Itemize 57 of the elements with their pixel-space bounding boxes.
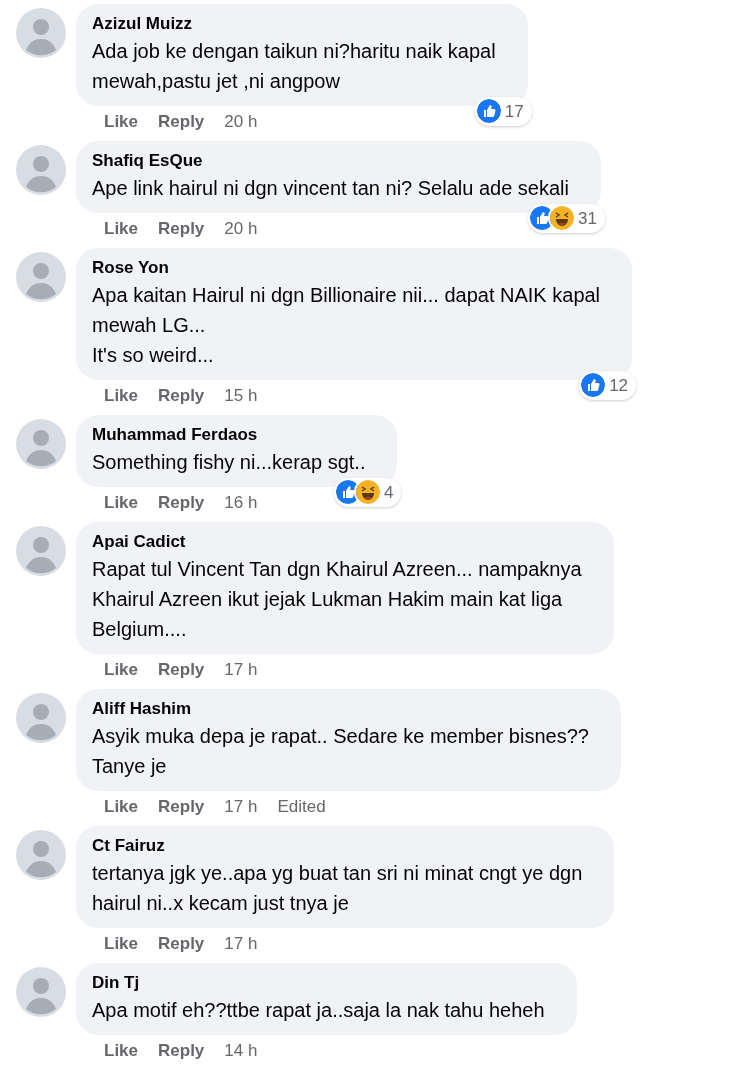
- comment-text: Apa kaitan Hairul ni dgn Billionaire nii... dapat NAIK kapal mewah LG... It's so weird...: [92, 283, 601, 368]
- reaction-count-badge[interactable]: 4: [334, 477, 402, 507]
- reply-link[interactable]: Reply: [158, 490, 205, 516]
- avatar[interactable]: [16, 693, 66, 743]
- comment-time[interactable]: 20 h: [224, 109, 258, 135]
- like-link[interactable]: Like: [104, 794, 139, 820]
- comment-time[interactable]: 17 h: [224, 794, 258, 820]
- commenter-name[interactable]: Azizul Muizz: [92, 12, 496, 36]
- comment-text: Something fishy ni...kerap sgt..: [92, 450, 366, 475]
- like-link[interactable]: Like: [104, 657, 139, 683]
- like-link[interactable]: Like: [104, 216, 139, 242]
- comment-time[interactable]: 16 h: [224, 490, 258, 516]
- reaction-count: 12: [609, 374, 629, 397]
- like-link[interactable]: Like: [104, 109, 139, 135]
- like-link[interactable]: Like: [104, 383, 139, 409]
- commenter-name[interactable]: Shafiq EsQue: [92, 149, 569, 173]
- like-link[interactable]: Like: [104, 931, 139, 957]
- reaction-count: 17: [504, 100, 524, 123]
- avatar[interactable]: [16, 8, 66, 58]
- commenter-name[interactable]: Ct Fairuz: [92, 834, 583, 858]
- comment-time[interactable]: 14 h: [224, 1038, 258, 1064]
- reaction-count: 4: [384, 481, 394, 504]
- like-link[interactable]: Like: [104, 1038, 139, 1064]
- avatar[interactable]: [16, 252, 66, 302]
- reply-link[interactable]: Reply: [158, 794, 205, 820]
- commenter-name[interactable]: Rose Yon: [92, 256, 601, 280]
- comment-text: Rapat tul Vincent Tan dgn Khairul Azreen... nampaknya Khairul Azreen ikut jejak Lukman Hakim main kat liga Belgium....: [92, 557, 582, 642]
- reply-link[interactable]: Reply: [158, 1038, 205, 1064]
- comment-time[interactable]: 15 h: [224, 383, 258, 409]
- edited-label: Edited: [277, 796, 326, 819]
- reply-link[interactable]: Reply: [158, 109, 205, 135]
- reply-link[interactable]: Reply: [158, 216, 205, 242]
- commenter-name[interactable]: Din Tj: [92, 971, 545, 995]
- avatar[interactable]: [16, 145, 66, 195]
- comment-time[interactable]: 17 h: [224, 931, 258, 957]
- avatar[interactable]: [16, 419, 66, 469]
- comment-text: Ape link hairul ni dgn vincent tan ni? Selalu ade sekali: [92, 176, 569, 201]
- reaction-count-badge[interactable]: 12: [579, 370, 637, 400]
- comment-text: Apa motif eh??ttbe rapat ja..saja la nak tahu heheh: [92, 998, 545, 1023]
- reply-link[interactable]: Reply: [158, 657, 205, 683]
- comment-time[interactable]: 20 h: [224, 216, 258, 242]
- reaction-count-badge[interactable]: 31: [528, 203, 605, 233]
- reaction-count: 31: [578, 207, 597, 230]
- commenter-name[interactable]: Aliff Hashim: [92, 697, 589, 721]
- like-link[interactable]: Like: [104, 490, 139, 516]
- avatar[interactable]: [16, 967, 66, 1017]
- avatar[interactable]: [16, 526, 66, 576]
- avatar[interactable]: [16, 830, 66, 880]
- comment-text: Ada job ke dengan taikun ni?haritu naik kapal mewah,pastu jet ,ni angpow: [92, 39, 496, 94]
- reply-link[interactable]: Reply: [158, 383, 205, 409]
- comment-text: tertanya jgk ye..apa yg buat tan sri ni minat cngt ye dgn hairul ni..x kecam just tnya je: [92, 861, 583, 916]
- commenter-name[interactable]: Muhammad Ferdaos: [92, 423, 366, 447]
- reaction-count-badge[interactable]: 17: [474, 96, 532, 126]
- comment-text: Asyik muka depa je rapat.. Sedare ke member bisnes?? Tanye je: [92, 724, 589, 779]
- reply-link[interactable]: Reply: [158, 931, 205, 957]
- comment-time[interactable]: 17 h: [224, 657, 258, 683]
- commenter-name[interactable]: Apai Cadict: [92, 530, 582, 554]
